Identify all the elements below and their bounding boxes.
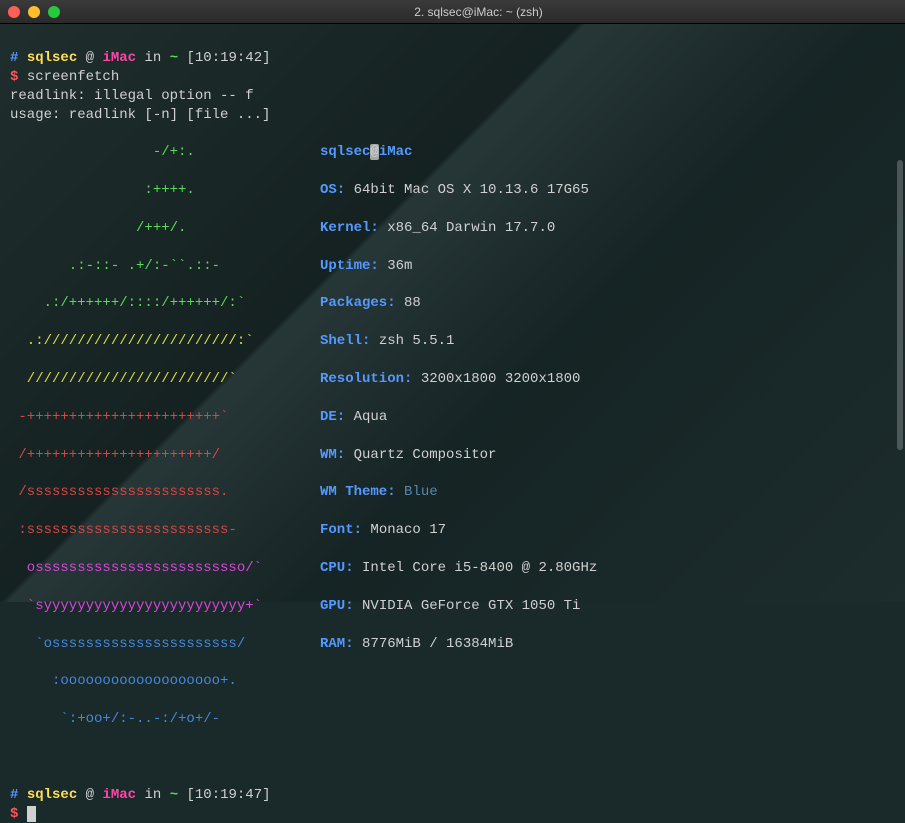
screenfetch-row: `:+oo+/:-..-:/+o+/- [10, 710, 895, 729]
titlebar: 2. sqlsec@iMac: ~ (zsh) [0, 0, 905, 24]
info-de: DE: Aqua [320, 408, 387, 427]
info-os: OS: 64bit Mac OS X 10.13.6 17G65 [320, 181, 589, 200]
traffic-lights [8, 6, 60, 18]
prompt-hash: # [10, 50, 18, 66]
minimize-icon[interactable] [28, 6, 40, 18]
prompt-path: ~ [170, 787, 178, 803]
error-line: readlink: illegal option -- f [10, 88, 254, 104]
info-cpu: CPU: Intel Core i5-8400 @ 2.80GHz [320, 559, 597, 578]
screenfetch-row: :++++.OS: 64bit Mac OS X 10.13.6 17G65 [10, 181, 895, 200]
screenfetch-row: -+++++++++++++++++++++++`DE: Aqua [10, 408, 895, 427]
logo-line: osssssssssssssssssssssssso/` [10, 559, 320, 578]
screenfetch-row: /+++/.Kernel: x86_64 Darwin 17.7.0 [10, 219, 895, 238]
logo-line: :ooooooooooooooooooo+. [10, 672, 320, 691]
prompt-dollar: $ [10, 69, 18, 85]
screenfetch-row: `ossssssssssssssssssssss/RAM: 8776MiB / … [10, 635, 895, 654]
logo-line: .:///////////////////////:` [10, 332, 320, 351]
maximize-icon[interactable] [48, 6, 60, 18]
logo-line: /++++++++++++++++++++++/ [10, 446, 320, 465]
prompt-at: @ [86, 50, 94, 66]
logo-line: `:+oo+/:-..-:/+o+/- [10, 710, 320, 729]
info-resolution: Resolution: 3200x1800 3200x1800 [320, 370, 580, 389]
info-gpu: GPU: NVIDIA GeForce GTX 1050 Ti [320, 597, 580, 616]
info-kernel: Kernel: x86_64 Darwin 17.7.0 [320, 219, 555, 238]
scrollbar[interactable] [897, 160, 903, 450]
logo-line: /sssssssssssssssssssssss. [10, 483, 320, 502]
info-userhost: sqlsec@iMac [320, 143, 412, 162]
prompt-user: sqlsec [27, 787, 77, 803]
prompt-dollar: $ [10, 806, 18, 822]
info-font: Font: Monaco 17 [320, 521, 446, 540]
prompt-time: [10:19:42] [187, 50, 271, 66]
logo-line: .:-::- .+/:-``.::- [10, 257, 320, 276]
screenfetch-row: osssssssssssssssssssssssso/`CPU: Intel C… [10, 559, 895, 578]
logo-line: :ssssssssssssssssssssssss- [10, 521, 320, 540]
screenfetch-row: :ssssssssssssssssssssssss-Font: Monaco 1… [10, 521, 895, 540]
info-wmtheme: WM Theme: Blue [320, 483, 438, 502]
screenfetch-row: :ooooooooooooooooooo+. [10, 672, 895, 691]
prompt-path: ~ [170, 50, 178, 66]
screenfetch-row: /sssssssssssssssssssssss.WM Theme: Blue [10, 483, 895, 502]
screenfetch-row: `syyyyyyyyyyyyyyyyyyyyyyyy+`GPU: NVIDIA … [10, 597, 895, 616]
window-title: 2. sqlsec@iMac: ~ (zsh) [60, 5, 897, 19]
info-uptime: Uptime: 36m [320, 257, 412, 276]
prompt-host: iMac [102, 787, 136, 803]
screenfetch-row: .:/++++++/::::/++++++/:`Packages: 88 [10, 294, 895, 313]
prompt-time: [10:19:47] [187, 787, 271, 803]
prompt-hash: # [10, 787, 18, 803]
logo-line: :++++. [10, 181, 320, 200]
prompt-in: in [144, 50, 161, 66]
info-ram: RAM: 8776MiB / 16384MiB [320, 635, 513, 654]
close-icon[interactable] [8, 6, 20, 18]
info-shell: Shell: zsh 5.5.1 [320, 332, 454, 351]
prompt-in: in [144, 787, 161, 803]
screenfetch-row: -/+:.sqlsec@iMac [10, 143, 895, 162]
screenfetch-row: .:-::- .+/:-``.::-Uptime: 36m [10, 257, 895, 276]
logo-line: -/+:. [10, 143, 320, 162]
logo-line: `syyyyyyyyyyyyyyyyyyyyyyyy+` [10, 597, 320, 616]
prompt-user: sqlsec [27, 50, 77, 66]
command-text: screenfetch [27, 69, 119, 85]
logo-line: .:/++++++/::::/++++++/:` [10, 294, 320, 313]
terminal-output[interactable]: # sqlsec @ iMac in ~ [10:19:42] $ screen… [0, 24, 905, 602]
info-wm: WM: Quartz Compositor [320, 446, 496, 465]
screenfetch-row: ////////////////////////`Resolution: 320… [10, 370, 895, 389]
info-packages: Packages: 88 [320, 294, 421, 313]
logo-line: ////////////////////////` [10, 370, 320, 389]
prompt-host: iMac [102, 50, 136, 66]
logo-line: `ossssssssssssssssssssss/ [10, 635, 320, 654]
cursor-icon [27, 806, 36, 822]
error-line: usage: readlink [-n] [file ...] [10, 107, 270, 123]
logo-line: /+++/. [10, 219, 320, 238]
prompt-at: @ [86, 787, 94, 803]
logo-line: -+++++++++++++++++++++++` [10, 408, 320, 427]
screenfetch-row: /++++++++++++++++++++++/WM: Quartz Compo… [10, 446, 895, 465]
screenfetch-row: .:///////////////////////:`Shell: zsh 5.… [10, 332, 895, 351]
